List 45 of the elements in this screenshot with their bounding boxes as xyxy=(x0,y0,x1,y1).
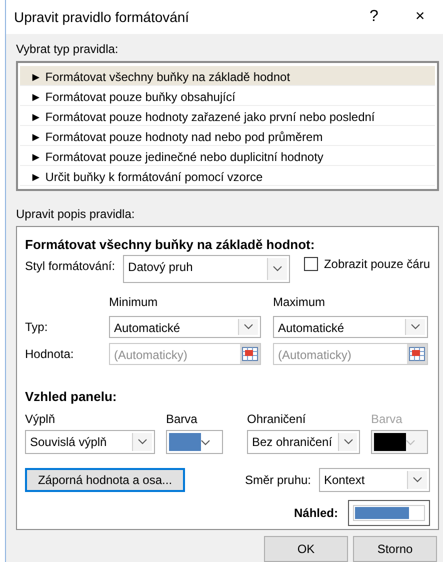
caret-icon xyxy=(272,266,282,272)
ok-button[interactable]: OK xyxy=(264,536,348,562)
rule-type-item[interactable]: ► Formátovat pouze hodnoty nad nebo pod průměrem xyxy=(20,126,435,146)
column-header: Maximum xyxy=(273,294,326,310)
field-label: Barva xyxy=(166,411,198,428)
dropdown[interactable]: Kontext xyxy=(319,468,430,492)
caret-icon xyxy=(411,324,420,330)
preview-bar xyxy=(355,507,410,519)
help-button[interactable]: ? xyxy=(351,9,397,25)
checkbox[interactable] xyxy=(304,256,318,270)
field-label: Ohraničení xyxy=(247,411,307,428)
dropdown[interactable]: Datový pruh xyxy=(123,254,290,282)
dropdown[interactable]: Automatické xyxy=(109,316,261,338)
caret-icon xyxy=(344,439,353,445)
field-label: Hodnota: xyxy=(25,346,75,362)
field-label: Směr pruhu: xyxy=(244,472,311,489)
section-label: Upravit popis pravidla: xyxy=(15,206,136,223)
dropdown[interactable]: Souvislá výplň xyxy=(25,430,155,454)
section-heading: Vzhled panelu: xyxy=(25,388,118,406)
rule-type-item[interactable]: ► Formátovat všechny buňky na základě hodnot xyxy=(20,66,435,86)
field-label: Barva xyxy=(371,411,404,428)
field-label: Výplň xyxy=(25,411,56,428)
caret-icon xyxy=(406,440,415,446)
caret-icon xyxy=(201,440,210,446)
preview-label: Náhled: xyxy=(294,505,338,522)
field-label: Typ: xyxy=(25,318,49,336)
section-label: Vybrat typ pravidla: xyxy=(15,41,120,58)
rule-type-item[interactable]: ► Formátovat pouze jedinečné nebo duplicitní hodnoty xyxy=(20,146,435,166)
field-label: Styl formátování: xyxy=(25,258,116,274)
caret-icon xyxy=(244,324,253,330)
dropdown[interactable]: Bez ohraničení xyxy=(247,430,360,454)
caret-icon xyxy=(413,477,422,483)
negative-value-button[interactable]: Záporná hodnota a osa... xyxy=(25,468,185,492)
dropdown[interactable]: Automatické xyxy=(273,316,428,338)
rule-type-item[interactable]: ► Určit buňky k formátování pomocí vzorce xyxy=(20,166,435,186)
close-button[interactable]: × xyxy=(397,9,443,25)
cancel-button[interactable]: Storno xyxy=(353,536,437,562)
column-header: Minimum xyxy=(109,294,159,310)
rule-type-item[interactable]: ► Formátovat pouze buňky obsahující xyxy=(20,86,435,106)
checkbox-label: Zobrazit pouze čáru xyxy=(324,256,430,272)
caret-icon xyxy=(138,439,147,445)
rule-type-item[interactable]: ► Formátovat pouze hodnoty zařazené jako první nebo poslední xyxy=(20,106,435,126)
window-title: Upravit pravidlo formátování xyxy=(14,8,190,27)
color-picker[interactable] xyxy=(166,430,223,454)
section-heading: Formátovat všechny buňky na základě hodnot: xyxy=(25,236,316,254)
